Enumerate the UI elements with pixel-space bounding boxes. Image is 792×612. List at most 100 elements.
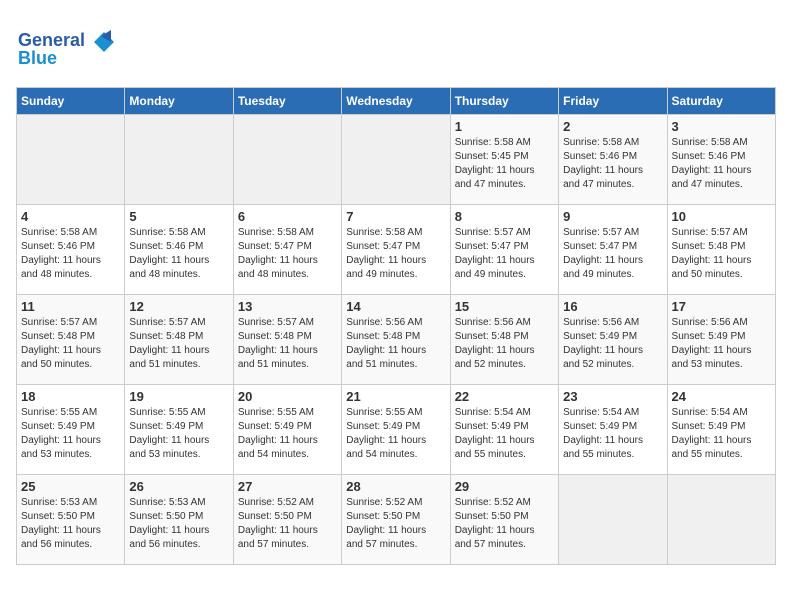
day-number: 12 bbox=[129, 299, 228, 314]
calendar-cell: 24Sunrise: 5:54 AM Sunset: 5:49 PM Dayli… bbox=[667, 385, 775, 475]
calendar-cell: 19 Sunrise: 5:55 AM Sunset: 5:49 PM Dayli… bbox=[125, 385, 233, 475]
calendar-cell: 23Sunrise: 5:54 AM Sunset: 5:49 PM Dayli… bbox=[559, 385, 667, 475]
cell-info: Sunrise: 5:58 AM Sunset: 5:45 PM Dayligh… bbox=[455, 136, 554, 192]
day-number: 7 bbox=[346, 209, 445, 224]
day-header-sunday: Sunday bbox=[17, 88, 125, 115]
calendar-cell: 11 Sunrise: 5:57 AM Sunset: 5:48 PM Dayli… bbox=[17, 295, 125, 385]
calendar-cell: 22 Sunrise: 5:54 AM Sunset: 5:49 PM Dayli… bbox=[450, 385, 558, 475]
cell-info: Sunrise: 5:58 AM Sunset: 5:46 PM Dayligh… bbox=[129, 226, 228, 282]
calendar-cell: 25 Sunrise: 5:53 AM Sunset: 5:50 PM Dayli… bbox=[17, 475, 125, 565]
cell-info: Sunrise: 5:55 AM Sunset: 5:49 PM Dayligh… bbox=[21, 406, 120, 462]
calendar-week-row: 18 Sunrise: 5:55 AM Sunset: 5:49 PM Dayli… bbox=[17, 385, 776, 475]
day-number: 18 bbox=[21, 389, 120, 404]
cell-info: Sunrise: 5:56 AM Sunset: 5:48 PM Dayligh… bbox=[455, 316, 554, 372]
calendar-cell: 2Sunrise: 5:58 AM Sunset: 5:46 PM Daylig… bbox=[559, 115, 667, 205]
day-number: 1 bbox=[455, 119, 554, 134]
svg-text:Blue: Blue bbox=[18, 48, 57, 68]
cell-info: Sunrise: 5:57 AM Sunset: 5:48 PM Dayligh… bbox=[129, 316, 228, 372]
cell-info: Sunrise: 5:58 AM Sunset: 5:47 PM Dayligh… bbox=[346, 226, 445, 282]
calendar-cell bbox=[667, 475, 775, 565]
day-number: 5 bbox=[129, 209, 228, 224]
calendar-cell: 27 Sunrise: 5:52 AM Sunset: 5:50 PM Dayli… bbox=[233, 475, 341, 565]
calendar-cell: 21 Sunrise: 5:55 AM Sunset: 5:49 PM Dayli… bbox=[342, 385, 450, 475]
cell-info: Sunrise: 5:52 AM Sunset: 5:50 PM Dayligh… bbox=[238, 496, 337, 552]
logo: General Blue bbox=[16, 24, 116, 79]
calendar-cell: 18 Sunrise: 5:55 AM Sunset: 5:49 PM Dayli… bbox=[17, 385, 125, 475]
cell-info: Sunrise: 5:57 AM Sunset: 5:48 PM Dayligh… bbox=[21, 316, 120, 372]
day-number: 20 bbox=[238, 389, 337, 404]
day-number: 23 bbox=[563, 389, 662, 404]
calendar-cell: 15 Sunrise: 5:56 AM Sunset: 5:48 PM Dayli… bbox=[450, 295, 558, 385]
calendar-cell: 7 Sunrise: 5:58 AM Sunset: 5:47 PM Daylig… bbox=[342, 205, 450, 295]
day-header-thursday: Thursday bbox=[450, 88, 558, 115]
calendar-week-row: 1 Sunrise: 5:58 AM Sunset: 5:45 PM Daylig… bbox=[17, 115, 776, 205]
day-number: 6 bbox=[238, 209, 337, 224]
calendar-cell: 9 Sunrise: 5:57 AM Sunset: 5:47 PM Daylig… bbox=[559, 205, 667, 295]
day-header-tuesday: Tuesday bbox=[233, 88, 341, 115]
cell-info: Sunrise: 5:58 AM Sunset: 5:46 PM Dayligh… bbox=[672, 136, 771, 192]
calendar-cell bbox=[342, 115, 450, 205]
calendar-cell bbox=[125, 115, 233, 205]
calendar-cell: 10 Sunrise: 5:57 AM Sunset: 5:48 PM Dayli… bbox=[667, 205, 775, 295]
day-number: 9 bbox=[563, 209, 662, 224]
calendar-week-row: 25 Sunrise: 5:53 AM Sunset: 5:50 PM Dayli… bbox=[17, 475, 776, 565]
day-number: 26 bbox=[129, 479, 228, 494]
day-number: 21 bbox=[346, 389, 445, 404]
calendar-cell bbox=[559, 475, 667, 565]
cell-info: Sunrise: 5:57 AM Sunset: 5:47 PM Dayligh… bbox=[455, 226, 554, 282]
calendar-cell: 4 Sunrise: 5:58 AM Sunset: 5:46 PM Daylig… bbox=[17, 205, 125, 295]
cell-info: Sunrise: 5:55 AM Sunset: 5:49 PM Dayligh… bbox=[129, 406, 228, 462]
day-number: 15 bbox=[455, 299, 554, 314]
calendar-header-row: SundayMondayTuesdayWednesdayThursdayFrid… bbox=[17, 88, 776, 115]
cell-info: Sunrise: 5:58 AM Sunset: 5:47 PM Dayligh… bbox=[238, 226, 337, 282]
calendar-cell: 1 Sunrise: 5:58 AM Sunset: 5:45 PM Daylig… bbox=[450, 115, 558, 205]
day-number: 4 bbox=[21, 209, 120, 224]
day-number: 3 bbox=[672, 119, 771, 134]
day-number: 8 bbox=[455, 209, 554, 224]
cell-info: Sunrise: 5:53 AM Sunset: 5:50 PM Dayligh… bbox=[129, 496, 228, 552]
day-header-saturday: Saturday bbox=[667, 88, 775, 115]
day-number: 10 bbox=[672, 209, 771, 224]
cell-info: Sunrise: 5:53 AM Sunset: 5:50 PM Dayligh… bbox=[21, 496, 120, 552]
cell-info: Sunrise: 5:52 AM Sunset: 5:50 PM Dayligh… bbox=[455, 496, 554, 552]
day-number: 29 bbox=[455, 479, 554, 494]
cell-info: Sunrise: 5:52 AM Sunset: 5:50 PM Dayligh… bbox=[346, 496, 445, 552]
cell-info: Sunrise: 5:55 AM Sunset: 5:49 PM Dayligh… bbox=[346, 406, 445, 462]
page-header: General Blue bbox=[16, 20, 776, 79]
day-number: 11 bbox=[21, 299, 120, 314]
calendar-cell: 5 Sunrise: 5:58 AM Sunset: 5:46 PM Daylig… bbox=[125, 205, 233, 295]
calendar-cell: 29 Sunrise: 5:52 AM Sunset: 5:50 PM Dayli… bbox=[450, 475, 558, 565]
calendar-cell: 8 Sunrise: 5:57 AM Sunset: 5:47 PM Daylig… bbox=[450, 205, 558, 295]
cell-info: Sunrise: 5:56 AM Sunset: 5:49 PM Dayligh… bbox=[563, 316, 662, 372]
day-header-friday: Friday bbox=[559, 88, 667, 115]
day-number: 22 bbox=[455, 389, 554, 404]
day-number: 19 bbox=[129, 389, 228, 404]
cell-info: Sunrise: 5:56 AM Sunset: 5:49 PM Dayligh… bbox=[672, 316, 771, 372]
cell-info: Sunrise: 5:55 AM Sunset: 5:49 PM Dayligh… bbox=[238, 406, 337, 462]
cell-info: Sunrise: 5:57 AM Sunset: 5:48 PM Dayligh… bbox=[238, 316, 337, 372]
calendar-cell: 12 Sunrise: 5:57 AM Sunset: 5:48 PM Dayli… bbox=[125, 295, 233, 385]
day-number: 13 bbox=[238, 299, 337, 314]
calendar-cell: 26 Sunrise: 5:53 AM Sunset: 5:50 PM Dayli… bbox=[125, 475, 233, 565]
cell-info: Sunrise: 5:58 AM Sunset: 5:46 PM Dayligh… bbox=[21, 226, 120, 282]
day-number: 16 bbox=[563, 299, 662, 314]
day-number: 27 bbox=[238, 479, 337, 494]
cell-info: Sunrise: 5:57 AM Sunset: 5:48 PM Dayligh… bbox=[672, 226, 771, 282]
calendar-cell bbox=[233, 115, 341, 205]
day-number: 17 bbox=[672, 299, 771, 314]
cell-info: Sunrise: 5:57 AM Sunset: 5:47 PM Dayligh… bbox=[563, 226, 662, 282]
day-number: 2 bbox=[563, 119, 662, 134]
calendar-cell: 6 Sunrise: 5:58 AM Sunset: 5:47 PM Daylig… bbox=[233, 205, 341, 295]
cell-info: Sunrise: 5:54 AM Sunset: 5:49 PM Dayligh… bbox=[455, 406, 554, 462]
calendar-cell: 28Sunrise: 5:52 AM Sunset: 5:50 PM Dayli… bbox=[342, 475, 450, 565]
svg-text:General: General bbox=[18, 30, 85, 50]
calendar-cell: 3 Sunrise: 5:58 AM Sunset: 5:46 PM Daylig… bbox=[667, 115, 775, 205]
day-number: 24 bbox=[672, 389, 771, 404]
cell-info: Sunrise: 5:56 AM Sunset: 5:48 PM Dayligh… bbox=[346, 316, 445, 372]
calendar-cell: 20 Sunrise: 5:55 AM Sunset: 5:49 PM Dayli… bbox=[233, 385, 341, 475]
day-number: 25 bbox=[21, 479, 120, 494]
day-number: 14 bbox=[346, 299, 445, 314]
calendar-cell bbox=[17, 115, 125, 205]
calendar-cell: 16 Sunrise: 5:56 AM Sunset: 5:49 PM Dayli… bbox=[559, 295, 667, 385]
calendar-cell: 17 Sunrise: 5:56 AM Sunset: 5:49 PM Dayli… bbox=[667, 295, 775, 385]
